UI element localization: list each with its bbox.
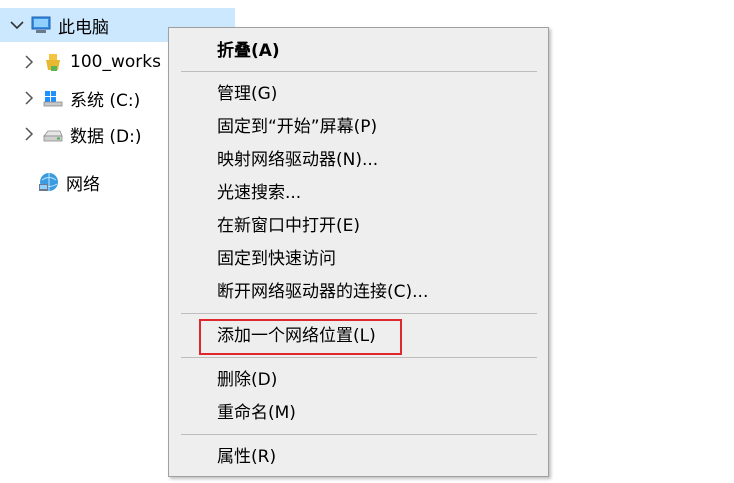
tree-item-network[interactable]: 网络 xyxy=(34,165,174,199)
tree-item-label: 此电脑 xyxy=(58,17,109,38)
menu-item-map-network-drive[interactable]: 映射网络驱动器(N)... xyxy=(217,145,378,175)
chevron-right-icon[interactable] xyxy=(20,53,38,71)
menu-item-rename[interactable]: 重命名(M) xyxy=(217,398,296,428)
tree-item-label: 100_works xyxy=(70,52,161,72)
menu-item-quick-search[interactable]: 光速搜索... xyxy=(217,178,301,208)
folder-icon xyxy=(42,51,64,73)
tree-item-label: 系统 (C:) xyxy=(70,90,141,111)
menu-item-manage[interactable]: 管理(G) xyxy=(217,79,277,109)
computer-icon xyxy=(30,14,52,36)
highlight-annotation-box xyxy=(199,319,402,355)
drive-icon xyxy=(42,123,64,145)
menu-item-collapse[interactable]: 折叠(A) xyxy=(217,36,280,66)
menu-item-delete[interactable]: 删除(D) xyxy=(217,365,277,395)
menu-item-properties[interactable]: 属性(R) xyxy=(217,442,276,472)
tree-item-system-c[interactable]: 系统 (C:) xyxy=(20,81,180,115)
tree-item-100-works[interactable]: 100_works xyxy=(20,45,168,79)
menu-item-open-new-window[interactable]: 在新窗口中打开(E) xyxy=(217,211,360,241)
tree-item-data-d[interactable]: 数据 (D:) xyxy=(20,117,180,151)
menu-separator xyxy=(181,434,537,435)
menu-separator xyxy=(181,357,537,358)
chevron-right-icon[interactable] xyxy=(20,125,38,143)
tree-item-label: 数据 (D:) xyxy=(70,126,142,147)
menu-item-pin-to-start[interactable]: 固定到“开始”屏幕(P) xyxy=(217,112,377,142)
menu-item-pin-quick-access[interactable]: 固定到快速访问 xyxy=(217,244,336,274)
context-menu: 折叠(A) 管理(G) 固定到“开始”屏幕(P) 映射网络驱动器(N)... 光… xyxy=(168,27,549,477)
menu-item-disconnect-network-drive[interactable]: 断开网络驱动器的连接(C)... xyxy=(217,277,428,307)
chevron-right-icon[interactable] xyxy=(20,89,38,107)
windows-drive-icon xyxy=(42,87,64,109)
network-icon xyxy=(38,171,60,193)
menu-separator xyxy=(181,313,537,314)
tree-item-label: 网络 xyxy=(66,174,100,195)
chevron-down-icon[interactable] xyxy=(8,16,26,34)
menu-separator xyxy=(181,71,537,72)
